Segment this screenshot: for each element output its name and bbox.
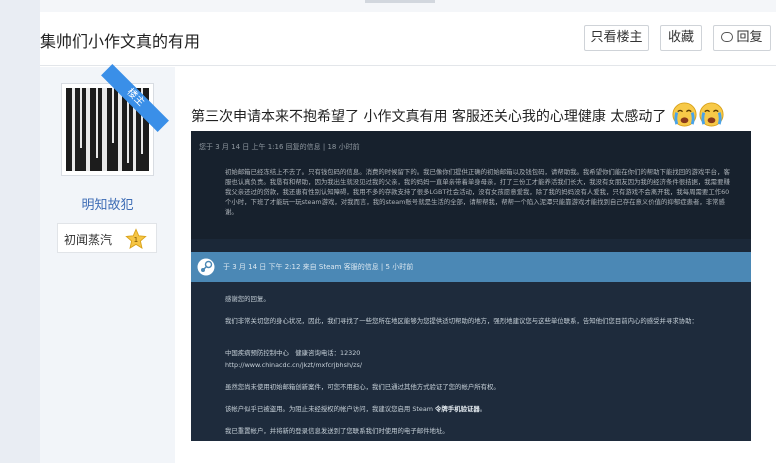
user-info-column: 楼主 明知故犯 初闻蒸汽 1 <box>40 64 175 463</box>
thread-header: 集帅们小作文真的有用 只看楼主 收藏 回复 <box>40 12 776 66</box>
user-message-meta: 您于 3 月 14 日 上午 1:16 回复的信息 | 18 小时前 <box>199 143 360 151</box>
star-icon: 1 <box>125 228 147 249</box>
support-highlight: 令牌手机验证器 <box>435 405 480 413</box>
post-text: 第三次申请本来不抱希望了 小作文真有用 客服还关心我的心理健康 太感动了 <box>191 109 667 125</box>
support-message: 感谢您的回复。 我们非常关切您的身心状况，因此，我们寻找了一些您所在地区能够为您… <box>191 282 751 441</box>
only-op-button[interactable]: 只看楼主 <box>584 25 649 51</box>
embedded-steam-screenshot[interactable]: 您于 3 月 14 日 上午 1:16 回复的信息 | 18 小时前 初始邮箱已… <box>191 131 751 441</box>
user-message-body: 初始邮箱已经冻结上不去了。只有钱包码的信息。消费的时候留下的。我已像你们提供正确… <box>225 168 730 216</box>
favorite-button[interactable]: 收藏 <box>660 25 702 51</box>
level-name: 初闻蒸汽 <box>64 233 113 247</box>
post-content: 第三次申请本来不抱希望了 小作文真有用 客服还关心我的心理健康 太感动了 <box>191 101 725 128</box>
user-level-badge: 初闻蒸汽 1 <box>57 223 157 253</box>
left-rail <box>0 0 40 463</box>
support-paragraph: 该帐户似乎已被盗用。为阻止未经授权的帐户访问，我建议您启用 Steam 令牌手机… <box>225 405 487 413</box>
thread-title: 集帅们小作文真的有用 <box>40 32 201 51</box>
support-paragraph: 感谢您的回复。 <box>225 295 270 303</box>
avatar-frame[interactable]: 楼主 <box>61 64 169 176</box>
scroll-indicator <box>365 0 435 3</box>
chat-bubble-icon <box>721 32 734 42</box>
level-number: 1 <box>134 235 139 244</box>
support-paragraph: 我们非常关切您的身心状况，因此，我们寻找了一些您所在地区能够为您提供适切帮助的地… <box>225 317 698 325</box>
steam-support-header: 于 3 月 14 日 下午 2:12 来自 Steam 客服的信息 | 5 小时… <box>191 252 751 282</box>
top-strip <box>40 0 776 12</box>
crying-face-icon <box>699 102 724 127</box>
steam-logo-icon <box>197 258 215 276</box>
support-message-meta: 于 3 月 14 日 下午 2:12 来自 Steam 客服的信息 | 5 小时… <box>223 263 414 271</box>
user-message: 您于 3 月 14 日 上午 1:16 回复的信息 | 18 小时前 初始邮箱已… <box>191 131 751 239</box>
reply-button[interactable]: 回复 <box>713 25 771 51</box>
support-paragraph: 中国疾病预防控制中心 健康咨询电话：12320 <box>225 349 361 357</box>
support-paragraph: 虽然您尚未使用初始邮箱创新案件，可您不用担心，我们已通过其他方式验证了您的帐户所… <box>225 383 500 391</box>
support-paragraph: 我已重置帐户，并将新的登录信息发送到了您联系我们时使用的电子邮件地址。 <box>225 427 449 435</box>
username-link[interactable]: 明知故犯 <box>40 194 175 213</box>
crying-face-icon <box>672 102 697 127</box>
support-link[interactable]: http://www.chinacdc.cn/jkzt/mxfcrjbhsh/z… <box>225 360 730 370</box>
reply-button-label: 回复 <box>736 30 763 45</box>
